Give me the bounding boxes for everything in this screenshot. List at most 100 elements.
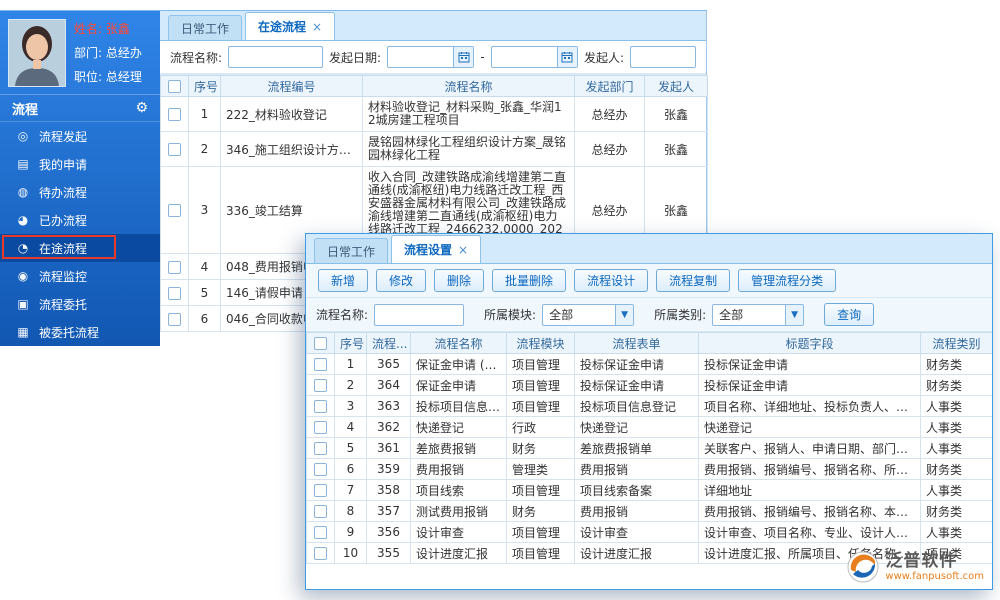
tab-label: 在途流程 — [258, 20, 307, 34]
col-process-name[interactable]: 流程名称 — [410, 332, 507, 354]
table-row[interactable]: 5 361 差旅费报销 财务 差旅费报销单 关联客户、报销人、申请日期、部门、报… — [306, 437, 992, 459]
cell-title-fields: 投标保证金申请 — [698, 353, 921, 375]
table-row[interactable]: 2 364 保证金申请 项目管理 投标保证金申请 投标保证金申请 财务类 — [306, 374, 992, 396]
row-checkbox[interactable] — [314, 484, 327, 497]
cell-category: 人事类 — [920, 395, 992, 417]
table-row[interactable]: 3 363 投标项目信息登记 项目管理 投标项目信息登记 项目名称、详细地址、投… — [306, 395, 992, 417]
col-process-id[interactable]: 流程... — [366, 332, 411, 354]
col-title-fields[interactable]: 标题字段 — [698, 332, 921, 354]
col-process-name[interactable]: 流程名称 — [362, 75, 575, 97]
row-checkbox[interactable] — [314, 463, 327, 476]
select-all-checkbox[interactable] — [168, 80, 181, 93]
col-process-code[interactable]: 流程编号 — [220, 75, 363, 97]
module-select[interactable]: 全部 ▼ — [542, 303, 635, 326]
row-checkbox[interactable] — [314, 505, 327, 518]
sender-input[interactable] — [629, 46, 696, 68]
tab-bar: 日常工作 流程设置 × — [306, 234, 992, 264]
col-seq[interactable]: 序号 — [188, 75, 221, 97]
process-copy-button[interactable]: 流程复制 — [656, 269, 731, 292]
table-row[interactable]: 1 365 保证金申请 (副本) 项目管理 投标保证金申请 投标保证金申请 财务… — [306, 353, 992, 375]
batch-delete-button[interactable]: 批量删除 — [492, 269, 567, 292]
sidebar-item-delegated-processes[interactable]: ▦ 被委托流程 — [0, 318, 160, 346]
col-form[interactable]: 流程表单 — [574, 332, 699, 354]
table-row[interactable]: 1 222_材料验收登记 材料验收登记_材料采购_张鑫_华润12城房建工程项目 … — [160, 96, 708, 132]
row-checkbox[interactable] — [314, 379, 327, 392]
row-checkbox[interactable] — [168, 312, 181, 326]
cell-process-id: 363 — [366, 395, 411, 417]
edit-button[interactable]: 修改 — [376, 269, 427, 292]
done-icon: ◕ — [17, 213, 29, 227]
tab-process-settings[interactable]: 流程设置 × — [391, 235, 482, 263]
table-row[interactable]: 4 362 快递登记 行政 快递登记 快递登记 人事类 — [306, 416, 992, 438]
row-checkbox[interactable] — [314, 442, 327, 455]
sidebar-item-process-delegate[interactable]: ▣ 流程委托 — [0, 290, 160, 318]
broadcast-icon: ◎ — [17, 129, 29, 143]
category-label: 所属类别: — [654, 308, 707, 322]
chevron-down-icon[interactable]: ▼ — [785, 304, 804, 325]
process-settings-table-body: 1 365 保证金申请 (副本) 项目管理 投标保证金申请 投标保证金申请 财务… — [306, 353, 992, 564]
gear-icon[interactable]: ⚙ — [135, 100, 148, 116]
col-module[interactable]: 流程模块 — [506, 332, 575, 354]
row-checkbox[interactable] — [168, 108, 181, 121]
cell-seq: 5 — [188, 279, 221, 306]
row-checkbox[interactable] — [314, 526, 327, 539]
sidebar-item-completed-processes[interactable]: ◕ 已办流程 — [0, 206, 160, 234]
process-name-label: 流程名称: — [170, 50, 223, 65]
table-row[interactable]: 8 357 测试费用报销 财务 费用报销 费用报销、报销编号、报销名称、本次报销… — [306, 500, 992, 522]
tab-label: 日常工作 — [181, 21, 230, 36]
cell-title-fields: 关联客户、报销人、申请日期、部门、报销合计 — [698, 437, 921, 459]
table-row[interactable]: 2 346_施工组织设计方案申请 晟铭园林绿化工程组织设计方案_晟铭园林绿化工程… — [160, 131, 708, 167]
row-checkbox[interactable] — [168, 143, 181, 156]
sidebar-item-process-initiate[interactable]: ◎ 流程发起 — [0, 122, 160, 150]
sidebar-item-process-monitor[interactable]: ◉ 流程监控 — [0, 262, 160, 290]
row-checkbox[interactable] — [314, 400, 327, 413]
org-icon: ▦ — [17, 325, 29, 339]
search-button[interactable]: 查询 — [824, 303, 875, 326]
cell-seq: 4 — [334, 416, 367, 438]
row-checkbox[interactable] — [168, 260, 181, 274]
cell-module: 项目管理 — [506, 479, 575, 501]
cell-process-id: 356 — [366, 521, 411, 543]
row-checkbox[interactable] — [314, 358, 327, 371]
calendar-icon[interactable] — [556, 47, 577, 67]
table-row[interactable]: 9 356 设计审查 项目管理 设计审查 设计审查、项目名称、专业、设计人、制单… — [306, 521, 992, 543]
select-all-checkbox[interactable] — [314, 337, 327, 350]
delete-button[interactable]: 删除 — [434, 269, 485, 292]
col-dept[interactable]: 发起部门 — [574, 75, 645, 97]
cell-dept: 总经办 — [574, 96, 645, 132]
toolbar: 新增 修改 删除 批量删除 流程设计 流程复制 管理流程分类 — [306, 264, 992, 298]
filter-bar: 流程名称: 发起日期: - 发起人: — [160, 41, 706, 75]
alert-icon: ◍ — [17, 185, 29, 199]
sidebar-item-my-applications[interactable]: ▤ 我的申请 — [0, 150, 160, 178]
process-name-input[interactable] — [228, 46, 324, 68]
category-select[interactable]: 全部 ▼ — [712, 303, 805, 326]
cell-form: 费用报销 — [574, 500, 699, 522]
col-category[interactable]: 流程类别 — [920, 332, 992, 354]
table-row[interactable]: 6 359 费用报销 管理类 费用报销 费用报销、报销编号、报销名称、所属项目 … — [306, 458, 992, 480]
tab-daily-work[interactable]: 日常工作 — [168, 15, 243, 40]
col-seq[interactable]: 序号 — [334, 332, 367, 354]
chevron-down-icon[interactable]: ▼ — [615, 304, 634, 325]
add-button[interactable]: 新增 — [318, 269, 369, 292]
date-from-input[interactable] — [387, 46, 475, 68]
row-checkbox[interactable] — [314, 421, 327, 434]
process-design-button[interactable]: 流程设计 — [574, 269, 649, 292]
row-checkbox[interactable] — [314, 547, 327, 560]
calendar-icon[interactable] — [453, 47, 474, 67]
process-name-input[interactable] — [374, 303, 465, 326]
sidebar-item-in-transit-processes[interactable]: ◔ 在途流程 — [0, 234, 160, 262]
sidebar-item-pending-processes[interactable]: ◍ 待办流程 — [0, 178, 160, 206]
close-icon[interactable]: × — [312, 20, 322, 34]
date-to-input[interactable] — [490, 46, 578, 68]
tab-daily-work[interactable]: 日常工作 — [314, 238, 389, 263]
manage-category-button[interactable]: 管理流程分类 — [738, 269, 837, 292]
row-checkbox[interactable] — [168, 204, 181, 217]
cell-process-name: 保证金申请 (副本) — [410, 353, 507, 375]
close-icon[interactable]: × — [458, 243, 468, 257]
col-sender[interactable]: 发起人 — [644, 75, 708, 97]
cell-process-name: 费用报销 — [410, 458, 507, 480]
cell-module: 项目管理 — [506, 542, 575, 564]
tab-in-transit[interactable]: 在途流程 × — [245, 12, 336, 40]
table-row[interactable]: 7 358 项目线索 项目管理 项目线索备案 详细地址 人事类 — [306, 479, 992, 501]
row-checkbox[interactable] — [168, 286, 181, 300]
